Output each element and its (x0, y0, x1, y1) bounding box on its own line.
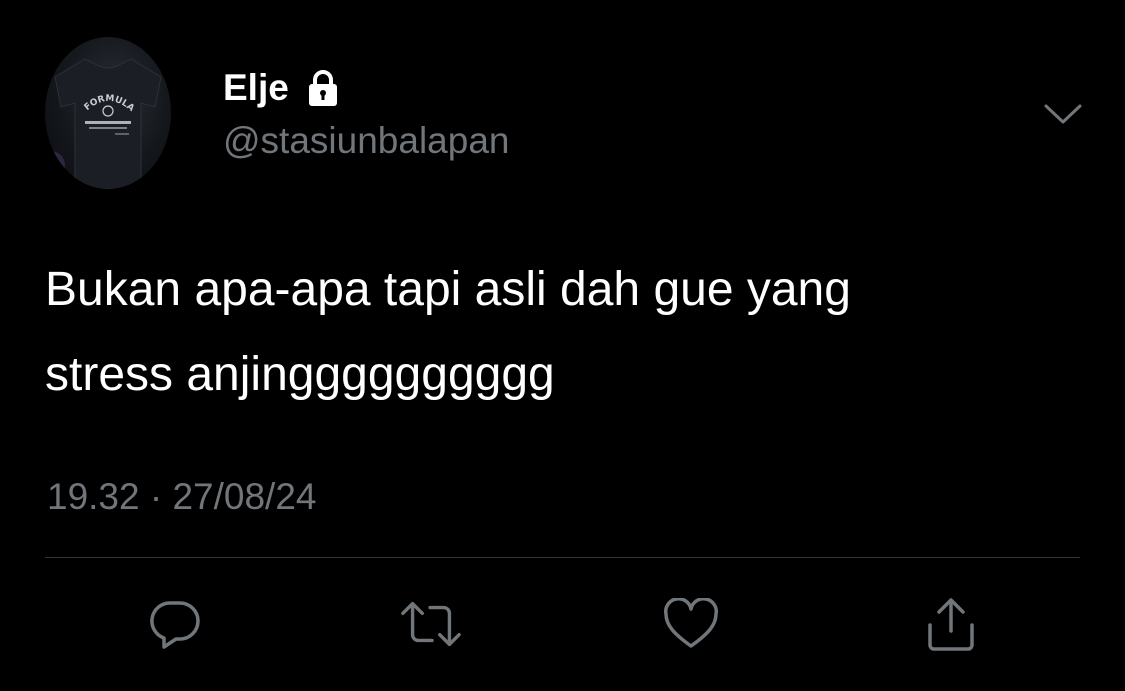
share-icon (928, 598, 974, 651)
divider (45, 557, 1080, 558)
avatar[interactable]: FORMULA 1 (45, 37, 171, 189)
like-icon (664, 598, 718, 648)
retweet-button[interactable] (399, 592, 463, 656)
display-name-text: Elje (223, 67, 289, 108)
tweet-text-line-2: stress anjingggggggggg (45, 348, 555, 401)
lock-icon (303, 68, 343, 108)
share-button[interactable] (919, 592, 983, 656)
tweet: FORMULA 1 Elje @stasiunbalapan Buka (0, 0, 1125, 691)
user-handle[interactable]: @stasiunbalapan (223, 118, 509, 164)
like-button[interactable] (659, 592, 723, 656)
tweet-timestamp[interactable]: 19.32 · 27/08/24 (47, 474, 317, 520)
display-name[interactable]: Elje (223, 66, 343, 110)
tweet-text: Bukan apa-apa tapi asli dah gue yang stre… (45, 247, 1085, 417)
reply-button[interactable] (143, 592, 207, 656)
reply-icon (150, 601, 200, 649)
chevron-down-icon[interactable] (1042, 96, 1084, 132)
retweet-icon (401, 601, 461, 647)
tweet-text-line-1: Bukan apa-apa tapi asli dah gue yang (45, 263, 851, 316)
